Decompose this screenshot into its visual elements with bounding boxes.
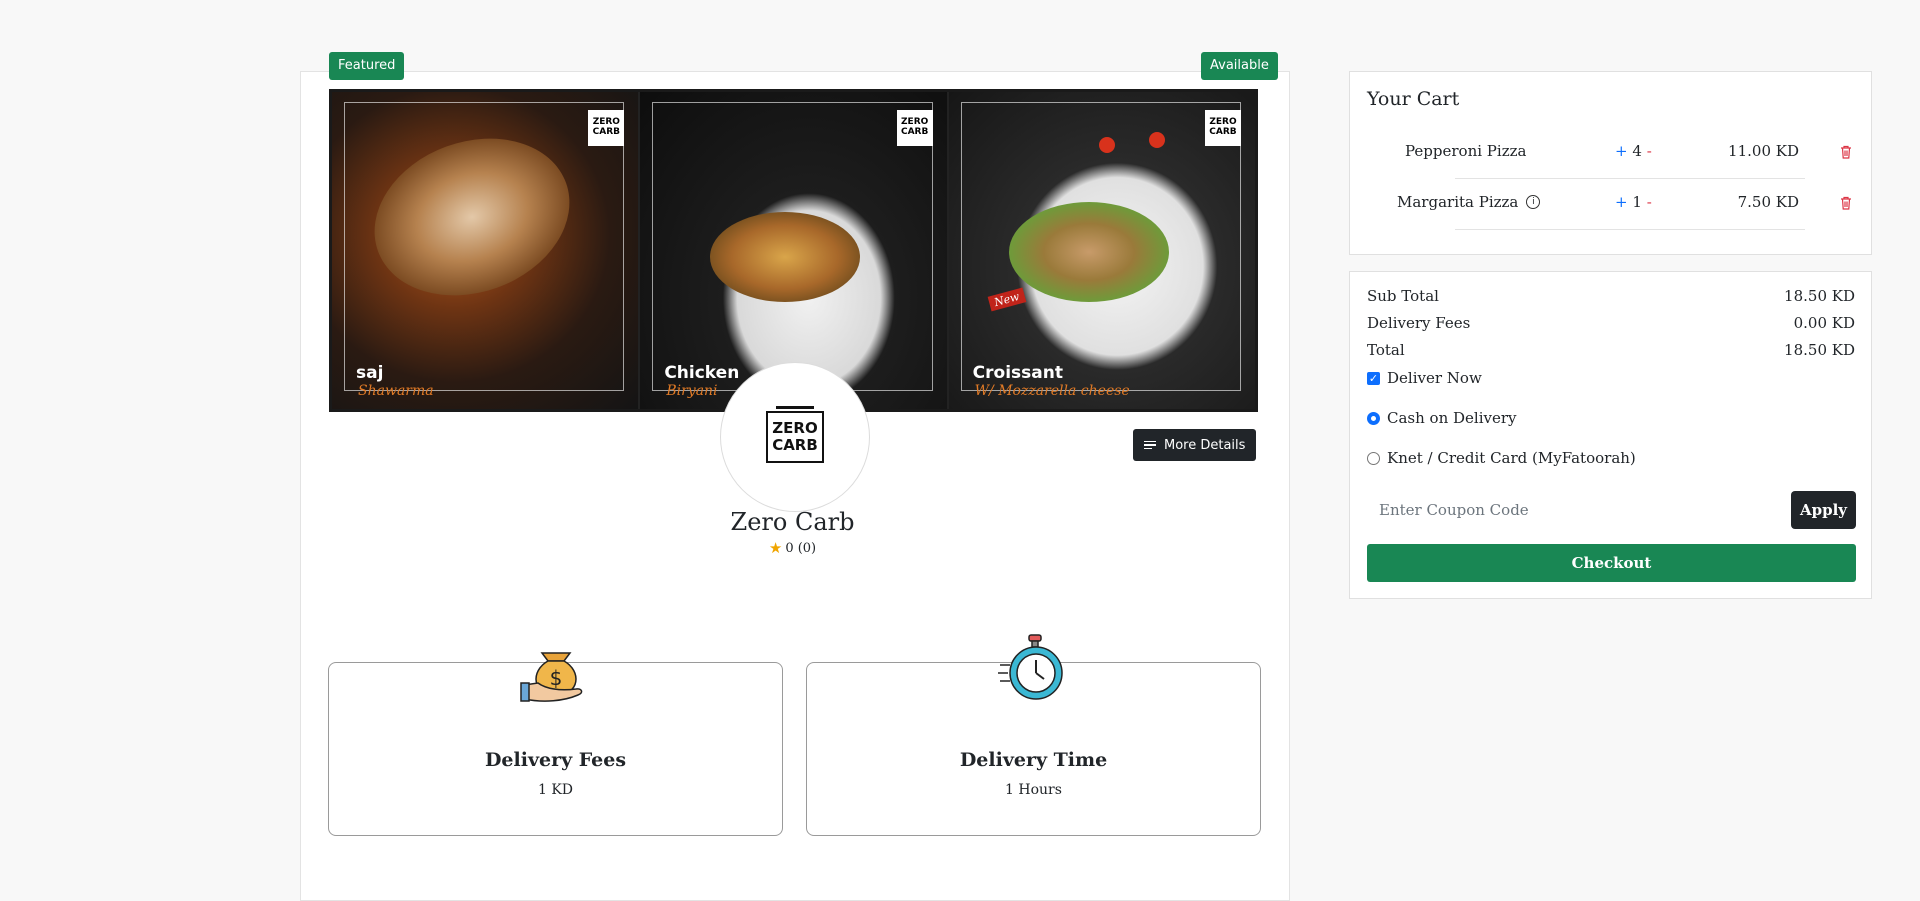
- coupon-code-input[interactable]: [1367, 491, 1767, 529]
- more-details-button[interactable]: More Details: [1133, 429, 1257, 461]
- cart-item-price: 7.50 KD: [1737, 193, 1799, 211]
- star-icon: ★: [768, 539, 783, 557]
- payment-option-label: Cash on Delivery: [1387, 409, 1517, 427]
- apply-coupon-button[interactable]: Apply: [1791, 491, 1856, 529]
- payment-option-cash[interactable]: Cash on Delivery: [1367, 409, 1517, 427]
- panel-subtitle: Biryani: [666, 383, 718, 399]
- subtotal-value: 18.50 KD: [1784, 287, 1855, 305]
- checkout-button[interactable]: Checkout: [1367, 544, 1856, 582]
- rating-value: 0 (0): [785, 540, 817, 556]
- restaurant-name: Zero Carb: [730, 508, 855, 536]
- cart-panel: Your Cart Pepperoni Pizza + 4 - 11.00 KD…: [1349, 71, 1872, 255]
- svg-text:$: $: [549, 666, 562, 690]
- total-value: 18.50 KD: [1784, 341, 1855, 359]
- banner-panel-croissant: ZERO CARB New Croissant W/ Mozzarella che…: [948, 92, 1255, 409]
- cart-divider: [1455, 178, 1805, 179]
- info-icon[interactable]: i: [1526, 195, 1541, 209]
- quantity-stepper: + 4 -: [1615, 142, 1652, 160]
- cart-title: Your Cart: [1367, 88, 1460, 110]
- total-label: Total: [1367, 341, 1405, 359]
- tomato-decoration: [1098, 137, 1115, 153]
- panel-subtitle: Shawarma: [358, 383, 434, 399]
- logo-wordmark: ZERO CARB: [766, 406, 824, 463]
- deliver-now-checkbox-row[interactable]: ✓ Deliver Now: [1367, 369, 1482, 387]
- delivery-fees-value: 1 KD: [537, 782, 574, 798]
- increase-quantity-button[interactable]: +: [1615, 193, 1628, 211]
- decrease-quantity-button[interactable]: -: [1647, 193, 1652, 211]
- available-badge: Available: [1201, 52, 1278, 80]
- tomato-decoration: [1148, 132, 1165, 148]
- panel-subtitle: W/ Mozzarella cheese: [974, 383, 1130, 399]
- decrease-quantity-button[interactable]: -: [1647, 142, 1652, 160]
- payment-option-label: Knet / Credit Card (MyFatoorah): [1387, 449, 1636, 467]
- quantity-stepper: + 1 -: [1615, 193, 1652, 211]
- total-row: Total 18.50 KD: [1367, 341, 1855, 359]
- restaurant-logo: ZERO CARB: [720, 362, 870, 512]
- panel-title: saj: [356, 363, 384, 383]
- panel-title: Croissant: [972, 363, 1063, 383]
- deliver-now-label: Deliver Now: [1387, 369, 1482, 387]
- cart-item-price: 11.00 KD: [1728, 142, 1799, 160]
- food-image: [1008, 202, 1169, 302]
- cart-divider: [1455, 229, 1805, 230]
- delivery-time-value: 1 Hours: [1005, 782, 1062, 798]
- banner-logo: ZERO CARB: [896, 110, 933, 146]
- cash-radio[interactable]: [1367, 411, 1380, 425]
- payment-option-knet[interactable]: Knet / Credit Card (MyFatoorah): [1367, 449, 1636, 467]
- banner-logo: ZERO CARB: [1204, 110, 1241, 146]
- trash-icon[interactable]: [1840, 196, 1852, 210]
- cart-item-name: Margarita Pizza i: [1397, 193, 1541, 211]
- trash-icon[interactable]: [1840, 145, 1852, 159]
- restaurant-rating: ★ 0 (0): [640, 539, 945, 557]
- delivery-fees-amount: 0.00 KD: [1793, 314, 1855, 332]
- money-bag-icon: $: [519, 652, 582, 702]
- cart-item: Margarita Pizza i + 1 - 7.50 KD: [1350, 193, 1873, 233]
- delivery-fees-card: $ Delivery Fees 1 KD: [328, 652, 783, 836]
- cart-item-quantity: 1: [1632, 193, 1642, 211]
- cart-item-quantity: 4: [1632, 142, 1642, 160]
- delivery-time-title: Delivery Time: [959, 749, 1108, 771]
- stopwatch-icon: [997, 634, 1063, 700]
- more-details-label: More Details: [1164, 437, 1246, 453]
- panel-title: Chicken: [664, 363, 740, 383]
- menu-lines-icon: [1144, 440, 1156, 450]
- increase-quantity-button[interactable]: +: [1615, 142, 1628, 160]
- knet-radio[interactable]: [1367, 451, 1380, 465]
- food-image: [710, 212, 861, 302]
- subtotal-row: Sub Total 18.50 KD: [1367, 287, 1855, 305]
- banner-panel-saj: ZERO CARB saj Shawarma: [332, 92, 641, 409]
- order-summary-panel: Sub Total 18.50 KD Delivery Fees 0.00 KD…: [1349, 271, 1872, 599]
- deliver-now-checkbox[interactable]: ✓: [1367, 371, 1380, 385]
- banner-logo: ZERO CARB: [588, 110, 625, 146]
- delivery-fees-row: Delivery Fees 0.00 KD: [1367, 314, 1855, 332]
- cart-item: Pepperoni Pizza + 4 - 11.00 KD: [1350, 142, 1873, 182]
- delivery-fees-label: Delivery Fees: [1367, 314, 1471, 332]
- delivery-time-card: Delivery Time 1 Hours: [806, 634, 1261, 836]
- delivery-fees-title: Delivery Fees: [484, 749, 627, 771]
- subtotal-label: Sub Total: [1367, 287, 1439, 305]
- featured-badge: Featured: [329, 52, 405, 80]
- cart-item-name: Pepperoni Pizza: [1405, 142, 1527, 160]
